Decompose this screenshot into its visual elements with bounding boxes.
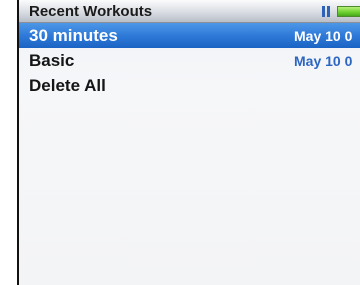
list-item-label: Basic [29,51,75,70]
list-item-date: May 10 0 [294,53,353,69]
title-bar: Recent Workouts [19,0,360,23]
list-item-label: 30 minutes [29,26,118,45]
list-item-label: Delete All [29,76,106,95]
device-frame: Recent Workouts 30 minutes May 10 0 Basi… [0,0,360,285]
pause-icon [322,6,331,17]
list-item-30-minutes[interactable]: 30 minutes May 10 0 [19,23,360,48]
list-item-delete-all[interactable]: Delete All [19,73,360,98]
list-item-date: May 10 0 [294,28,353,44]
workout-list: 30 minutes May 10 0 Basic May 10 0 Delet… [19,23,360,98]
screen: Recent Workouts 30 minutes May 10 0 Basi… [17,0,360,285]
battery-icon [337,6,360,17]
page-title: Recent Workouts [29,3,153,20]
list-item-basic[interactable]: Basic May 10 0 [19,48,360,73]
